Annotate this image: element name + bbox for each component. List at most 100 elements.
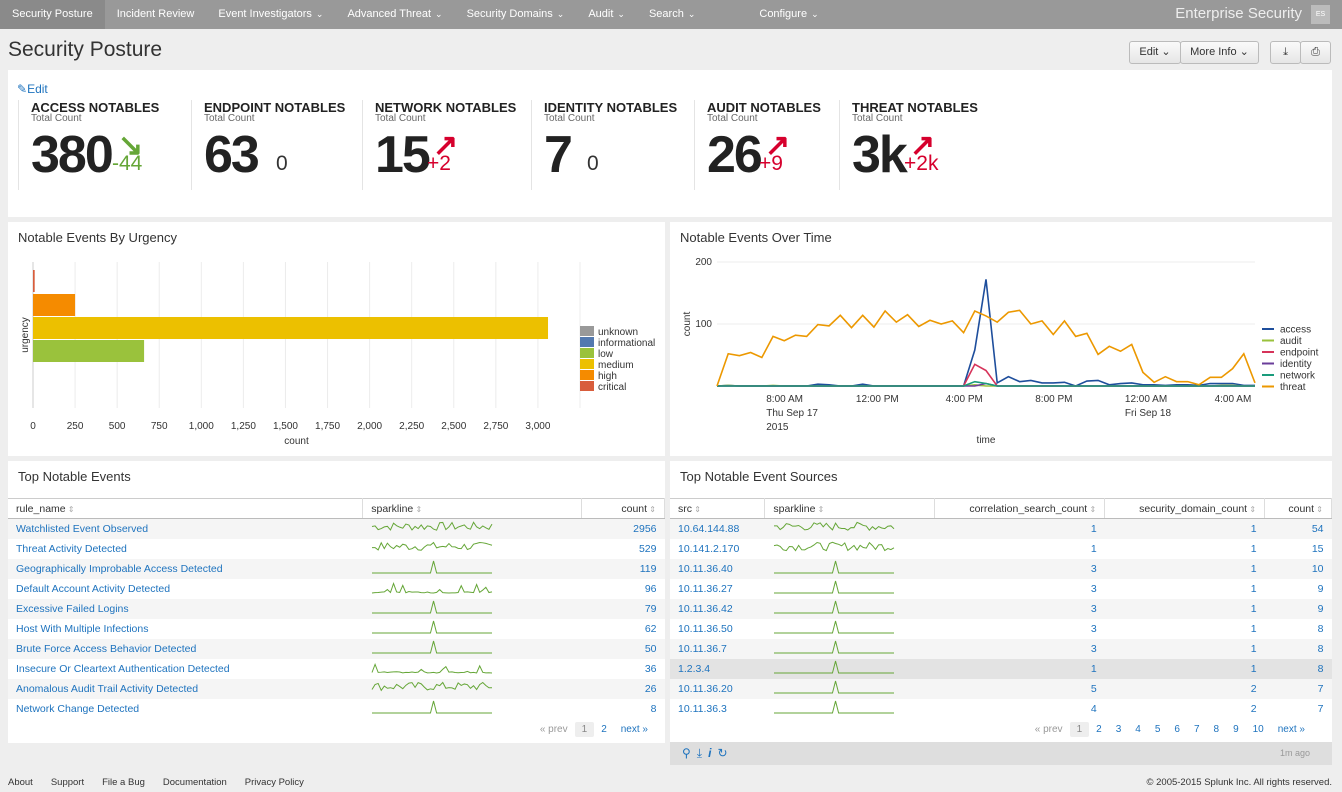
cell-rule_name[interactable]: Default Account Activity Detected <box>8 579 363 599</box>
legend-label-threat[interactable]: threat <box>1280 382 1306 393</box>
cell-security_domain_count[interactable]: 1 <box>1105 539 1265 559</box>
prev-page-button[interactable]: « prev <box>533 722 575 737</box>
cell-correlation_search_count[interactable]: 3 <box>935 579 1105 599</box>
table-row[interactable]: 10.11.36.3 4 2 7 <box>670 699 1332 719</box>
cell-count[interactable]: 15 <box>1265 539 1332 559</box>
series-line-threat[interactable] <box>716 309 1256 387</box>
cell-count[interactable]: 36 <box>582 659 665 679</box>
cell-rule_name[interactable]: Watchlisted Event Observed <box>8 518 363 539</box>
cell-src[interactable]: 10.11.36.7 <box>670 638 765 659</box>
cell-count[interactable]: 2956 <box>581 518 665 539</box>
page-5-button[interactable]: 5 <box>1148 722 1168 737</box>
cell-correlation_search_count[interactable]: 1 <box>934 518 1105 539</box>
legend-label-low[interactable]: low <box>598 349 614 360</box>
page-9-button[interactable]: 9 <box>1226 722 1246 737</box>
page-2-button[interactable]: 2 <box>594 722 614 737</box>
nav-tab-audit[interactable]: Audit ⌄ <box>576 0 637 29</box>
cell-src[interactable]: 10.11.36.40 <box>670 558 765 579</box>
column-header-rule_name[interactable]: rule_name ⇕ <box>8 498 364 519</box>
bar-low[interactable] <box>33 340 145 362</box>
legend-label-audit[interactable]: audit <box>1280 336 1302 347</box>
refresh-icon[interactable]: ↻ <box>717 746 733 760</box>
nav-tab-event-investigators[interactable]: Event Investigators ⌄ <box>206 0 335 29</box>
page-8-button[interactable]: 8 <box>1207 722 1227 737</box>
table-row[interactable]: Default Account Activity Detected 96 <box>8 579 665 599</box>
column-header-sparkline[interactable]: sparkline ⇕ <box>764 498 936 519</box>
app-badge[interactable]: ES <box>1311 5 1330 24</box>
table-row[interactable]: Host With Multiple Infections 62 <box>8 619 665 639</box>
cell-security_domain_count[interactable]: 1 <box>1105 619 1265 639</box>
next-page-button[interactable]: next » <box>614 722 655 737</box>
kpi-access[interactable]: ACCESS NOTABLES Total Count 380 -44 ↘ <box>18 100 178 190</box>
cell-rule_name[interactable]: Insecure Or Cleartext Authentication Det… <box>8 659 363 679</box>
page-1-button[interactable]: 1 <box>574 722 595 737</box>
export-icon[interactable]: ⤓ <box>697 746 708 760</box>
kpi-network[interactable]: NETWORK NOTABLES Total Count 15 +2 ↗ <box>362 100 522 190</box>
more-info-button[interactable]: More Info ⌄ <box>1180 41 1259 64</box>
legend-label-medium[interactable]: medium <box>598 360 634 371</box>
column-header-sparkline[interactable]: sparkline ⇕ <box>362 498 583 519</box>
cell-correlation_search_count[interactable]: 1 <box>934 658 1105 679</box>
table-row[interactable]: 1.2.3.4 1 1 8 <box>670 658 1332 679</box>
kpi-audit[interactable]: AUDIT NOTABLES Total Count 26 +9 ↗ <box>694 100 854 190</box>
cell-count[interactable]: 9 <box>1265 579 1332 599</box>
page-7-button[interactable]: 7 <box>1187 722 1207 737</box>
cell-count[interactable]: 8 <box>1264 638 1332 659</box>
legend-label-high[interactable]: high <box>598 371 617 382</box>
nav-tab-security-domains[interactable]: Security Domains ⌄ <box>455 0 577 29</box>
table-row[interactable]: 10.11.36.40 3 1 10 <box>670 558 1332 579</box>
cell-count[interactable]: 7 <box>1264 678 1332 699</box>
footer-link-about[interactable]: About <box>8 777 33 788</box>
cell-count[interactable]: 8 <box>582 699 665 719</box>
cell-count[interactable]: 8 <box>1264 658 1332 679</box>
cell-count[interactable]: 50 <box>581 638 665 659</box>
column-header-count[interactable]: count ⇕ <box>581 498 665 519</box>
cell-rule_name[interactable]: Brute Force Access Behavior Detected <box>8 638 363 659</box>
cell-correlation_search_count[interactable]: 1 <box>935 539 1105 559</box>
column-header-count[interactable]: count ⇕ <box>1264 498 1332 519</box>
table-row[interactable]: 10.141.2.170 1 1 15 <box>670 539 1332 559</box>
cell-src[interactable]: 1.2.3.4 <box>670 658 765 679</box>
cell-count[interactable]: 10 <box>1264 558 1332 579</box>
edit-button[interactable]: Edit ⌄ <box>1129 41 1181 64</box>
cell-security_domain_count[interactable]: 1 <box>1104 598 1265 619</box>
cell-count[interactable]: 79 <box>581 598 665 619</box>
cell-count[interactable]: 26 <box>581 678 665 699</box>
column-header-src[interactable]: src ⇕ <box>670 498 766 519</box>
kpi-threat[interactable]: THREAT NOTABLES Total Count 3k +2k ↗ <box>839 100 999 190</box>
cell-correlation_search_count[interactable]: 3 <box>934 598 1105 619</box>
nav-tab-incident-review[interactable]: Incident Review <box>105 0 207 29</box>
table-row[interactable]: 10.64.144.88 1 1 54 <box>670 518 1332 539</box>
cell-count[interactable]: 96 <box>582 579 665 599</box>
bar-critical[interactable] <box>33 270 35 292</box>
cell-rule_name[interactable]: Excessive Failed Logins <box>8 598 363 619</box>
nav-tab-configure[interactable]: Configure ⌄ <box>747 0 830 29</box>
cell-count[interactable]: 529 <box>582 539 665 559</box>
table-row[interactable]: Geographically Improbable Access Detecte… <box>8 558 665 579</box>
legend-label-unknown[interactable]: unknown <box>598 327 638 338</box>
cell-count[interactable]: 7 <box>1265 699 1332 719</box>
column-header-correlation_search_count[interactable]: correlation_search_count ⇕ <box>934 498 1106 519</box>
legend-label-informational[interactable]: informational <box>598 338 655 349</box>
cell-count[interactable]: 8 <box>1265 619 1332 639</box>
table-row[interactable]: Insecure Or Cleartext Authentication Det… <box>8 659 665 679</box>
legend-label-network[interactable]: network <box>1280 371 1316 382</box>
cell-count[interactable]: 119 <box>581 558 665 579</box>
cell-src[interactable]: 10.64.144.88 <box>670 518 765 539</box>
cell-src[interactable]: 10.141.2.170 <box>670 539 765 559</box>
kpi-endpoint[interactable]: ENDPOINT NOTABLES Total Count 63 0 <box>191 100 351 190</box>
cell-correlation_search_count[interactable]: 3 <box>935 619 1105 639</box>
column-header-security_domain_count[interactable]: security_domain_count ⇕ <box>1104 498 1266 519</box>
table-row[interactable]: 10.11.36.42 3 1 9 <box>670 598 1332 619</box>
print-button[interactable]: ⎙ <box>1300 41 1331 64</box>
cell-src[interactable]: 10.11.36.27 <box>670 579 765 599</box>
table-row[interactable]: Network Change Detected 8 <box>8 699 665 719</box>
cell-correlation_search_count[interactable]: 3 <box>934 558 1105 579</box>
cell-src[interactable]: 10.11.36.50 <box>670 619 765 639</box>
table-row[interactable]: Watchlisted Event Observed 2956 <box>8 518 665 539</box>
edit-kpis-link[interactable]: ✎Edit <box>17 82 48 96</box>
cell-src[interactable]: 10.11.36.20 <box>670 678 765 699</box>
nav-tab-security-posture[interactable]: Security Posture <box>0 0 105 29</box>
cell-security_domain_count[interactable]: 1 <box>1104 518 1265 539</box>
page-6-button[interactable]: 6 <box>1167 722 1187 737</box>
